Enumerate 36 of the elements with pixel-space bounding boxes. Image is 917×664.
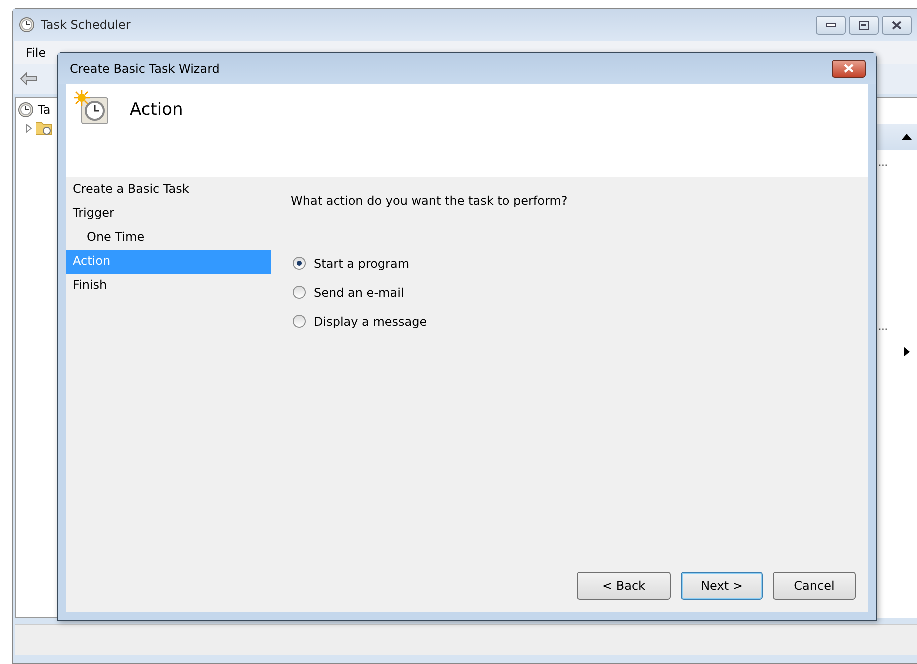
- dialog-title: Create Basic Task Wizard: [70, 62, 221, 76]
- wizard-heading: Action: [130, 100, 184, 120]
- wizard-step[interactable]: Trigger: [66, 202, 271, 226]
- maximize-icon: [859, 20, 869, 30]
- radio-button[interactable]: [293, 286, 306, 299]
- truncated-text: ...: [878, 158, 889, 171]
- collapse-arrow-icon[interactable]: [902, 134, 912, 140]
- radio-button[interactable]: [293, 257, 306, 270]
- minimize-button[interactable]: [816, 16, 846, 34]
- close-button[interactable]: [832, 60, 866, 78]
- menu-item[interactable]: File: [26, 46, 46, 60]
- collapsed-arrow-icon[interactable]: [26, 124, 32, 132]
- option-label[interactable]: Send an e-mail: [314, 286, 404, 300]
- folder-icon: [36, 121, 52, 135]
- dialog-button[interactable]: Next >: [681, 572, 763, 600]
- dialog-button[interactable]: < Back: [577, 572, 671, 600]
- wizard-step[interactable]: Finish: [66, 274, 271, 298]
- radio-button[interactable]: [293, 315, 306, 328]
- clock-icon: [19, 17, 35, 33]
- window-title: Task Scheduler: [41, 18, 132, 32]
- submenu-arrow-icon[interactable]: [904, 347, 910, 357]
- wizard-step[interactable]: One Time: [66, 226, 271, 250]
- dialog-button[interactable]: Cancel: [773, 572, 856, 600]
- option-label[interactable]: Start a program: [314, 256, 410, 270]
- truncated-text: ...: [878, 322, 889, 335]
- minimize-icon: [826, 23, 836, 27]
- question-text: What action do you want the task to perform?: [291, 194, 569, 208]
- clock-icon: [18, 102, 34, 118]
- close-icon: [892, 20, 902, 30]
- maximize-button[interactable]: [849, 16, 879, 34]
- wizard-step[interactable]: Create a Basic Task: [66, 178, 271, 202]
- tree-item[interactable]: Ta: [38, 103, 51, 117]
- close-button[interactable]: [882, 16, 912, 34]
- option-label[interactable]: Display a message: [314, 314, 428, 328]
- close-icon: [844, 64, 854, 73]
- back-arrow-icon[interactable]: [20, 72, 38, 86]
